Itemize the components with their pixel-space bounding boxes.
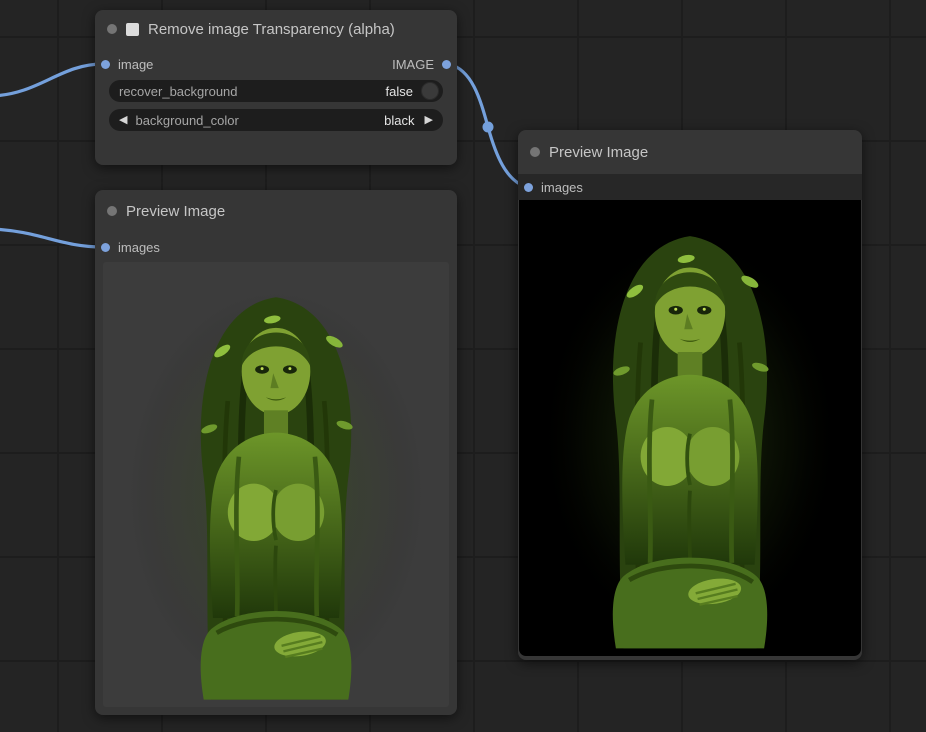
input-slot-label: images xyxy=(541,180,583,195)
node-preview-image-left[interactable]: Preview Image images xyxy=(95,190,457,715)
node-title: Preview Image xyxy=(549,144,648,161)
widget-name: background_color xyxy=(135,113,384,128)
widget-background-color[interactable]: ◀ background_color black ▶ xyxy=(109,109,443,131)
moss-woman-artwork xyxy=(103,262,449,707)
input-slot-label: images xyxy=(118,240,160,255)
node-title-bar[interactable]: Remove image Transparency (alpha) xyxy=(95,10,457,48)
link-wire-output-to-right-preview[interactable] xyxy=(449,64,526,187)
output-slot-label: IMAGE xyxy=(392,57,434,72)
node-title-bar[interactable]: Preview Image xyxy=(518,130,862,174)
node-graph-canvas[interactable]: Remove image Transparency (alpha) image … xyxy=(0,0,926,732)
widget-value: false xyxy=(386,84,413,99)
toggle-knob-icon[interactable] xyxy=(421,82,439,100)
widget-name: recover_background xyxy=(119,84,386,99)
preview-image-right xyxy=(519,200,861,656)
preview-image-left xyxy=(103,262,449,707)
combo-left-arrow-icon[interactable]: ◀ xyxy=(119,115,127,126)
collapse-dot-icon[interactable] xyxy=(530,147,540,157)
link-wire-to-image-input[interactable] xyxy=(0,64,103,96)
collapse-dot-icon[interactable] xyxy=(107,206,117,216)
widget-list: recover_background false ◀ background_co… xyxy=(95,80,457,138)
node-title: Preview Image xyxy=(126,203,225,220)
widget-value: black xyxy=(384,113,414,128)
link-wire-to-left-preview-input[interactable] xyxy=(0,229,103,247)
input-slot-label: image xyxy=(118,57,153,72)
input-slot-images-icon[interactable] xyxy=(101,243,110,252)
node-remove-image-transparency[interactable]: Remove image Transparency (alpha) image … xyxy=(95,10,457,165)
output-slot-image-icon[interactable] xyxy=(442,60,451,69)
node-title-bar[interactable]: Preview Image xyxy=(95,190,457,232)
combo-right-arrow-icon[interactable]: ▶ xyxy=(425,115,433,126)
input-slot-image-icon[interactable] xyxy=(101,60,110,69)
input-slot-images-icon[interactable] xyxy=(524,183,533,192)
widget-recover-background[interactable]: recover_background false xyxy=(109,80,443,102)
moss-woman-artwork xyxy=(519,200,861,656)
node-square-icon xyxy=(126,23,139,36)
collapse-dot-icon[interactable] xyxy=(107,24,117,34)
node-title: Remove image Transparency (alpha) xyxy=(148,21,395,38)
node-preview-image-right[interactable]: Preview Image images xyxy=(518,130,862,660)
